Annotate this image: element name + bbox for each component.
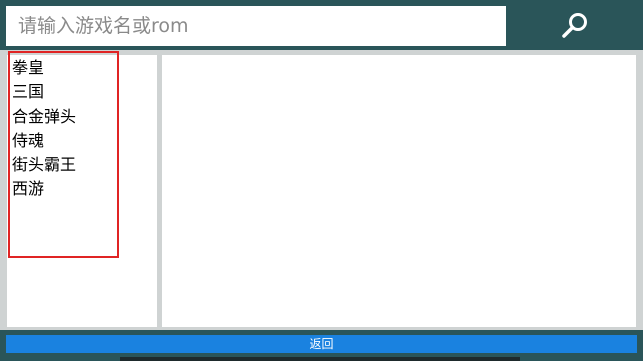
bottom-divider <box>120 357 520 361</box>
category-item[interactable]: 三国 <box>12 80 132 104</box>
category-item[interactable]: 侍魂 <box>12 129 132 153</box>
game-list-panel <box>162 55 636 327</box>
header-bar <box>0 0 643 50</box>
back-button[interactable]: 返回 <box>6 335 637 353</box>
search-button[interactable] <box>550 8 600 44</box>
search-icon <box>562 13 587 38</box>
category-list: 拳皇 三国 合金弹头 侍魂 街头霸王 西游 <box>12 56 132 202</box>
category-item[interactable]: 合金弹头 <box>12 105 132 129</box>
category-item[interactable]: 西游 <box>12 177 132 201</box>
category-item[interactable]: 拳皇 <box>12 56 132 80</box>
app-window: 拳皇 三国 合金弹头 侍魂 街头霸王 西游 返回 <box>0 0 643 361</box>
category-item[interactable]: 街头霸王 <box>12 153 132 177</box>
search-input[interactable] <box>6 6 506 46</box>
